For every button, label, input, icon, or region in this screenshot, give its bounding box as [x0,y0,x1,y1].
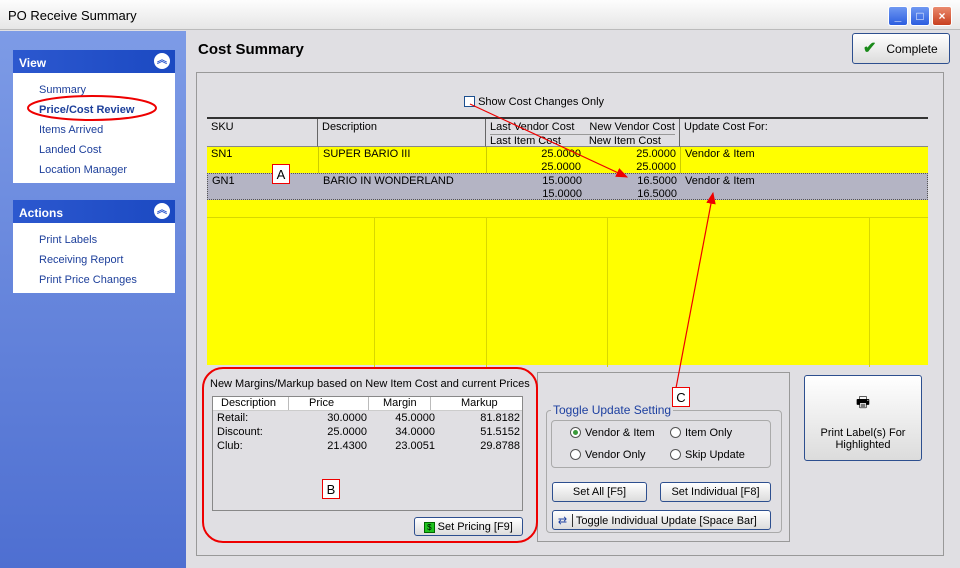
annotation-label-c: C [672,387,690,407]
annotation-arrow [675,191,716,389]
annotation-arrow [469,103,629,178]
highlight-box [202,367,538,543]
highlight-ellipse [27,95,157,121]
annotation-label-b: B [322,479,340,499]
annotation-label-a: A [272,164,290,184]
annotation-overlay [27,95,716,543]
